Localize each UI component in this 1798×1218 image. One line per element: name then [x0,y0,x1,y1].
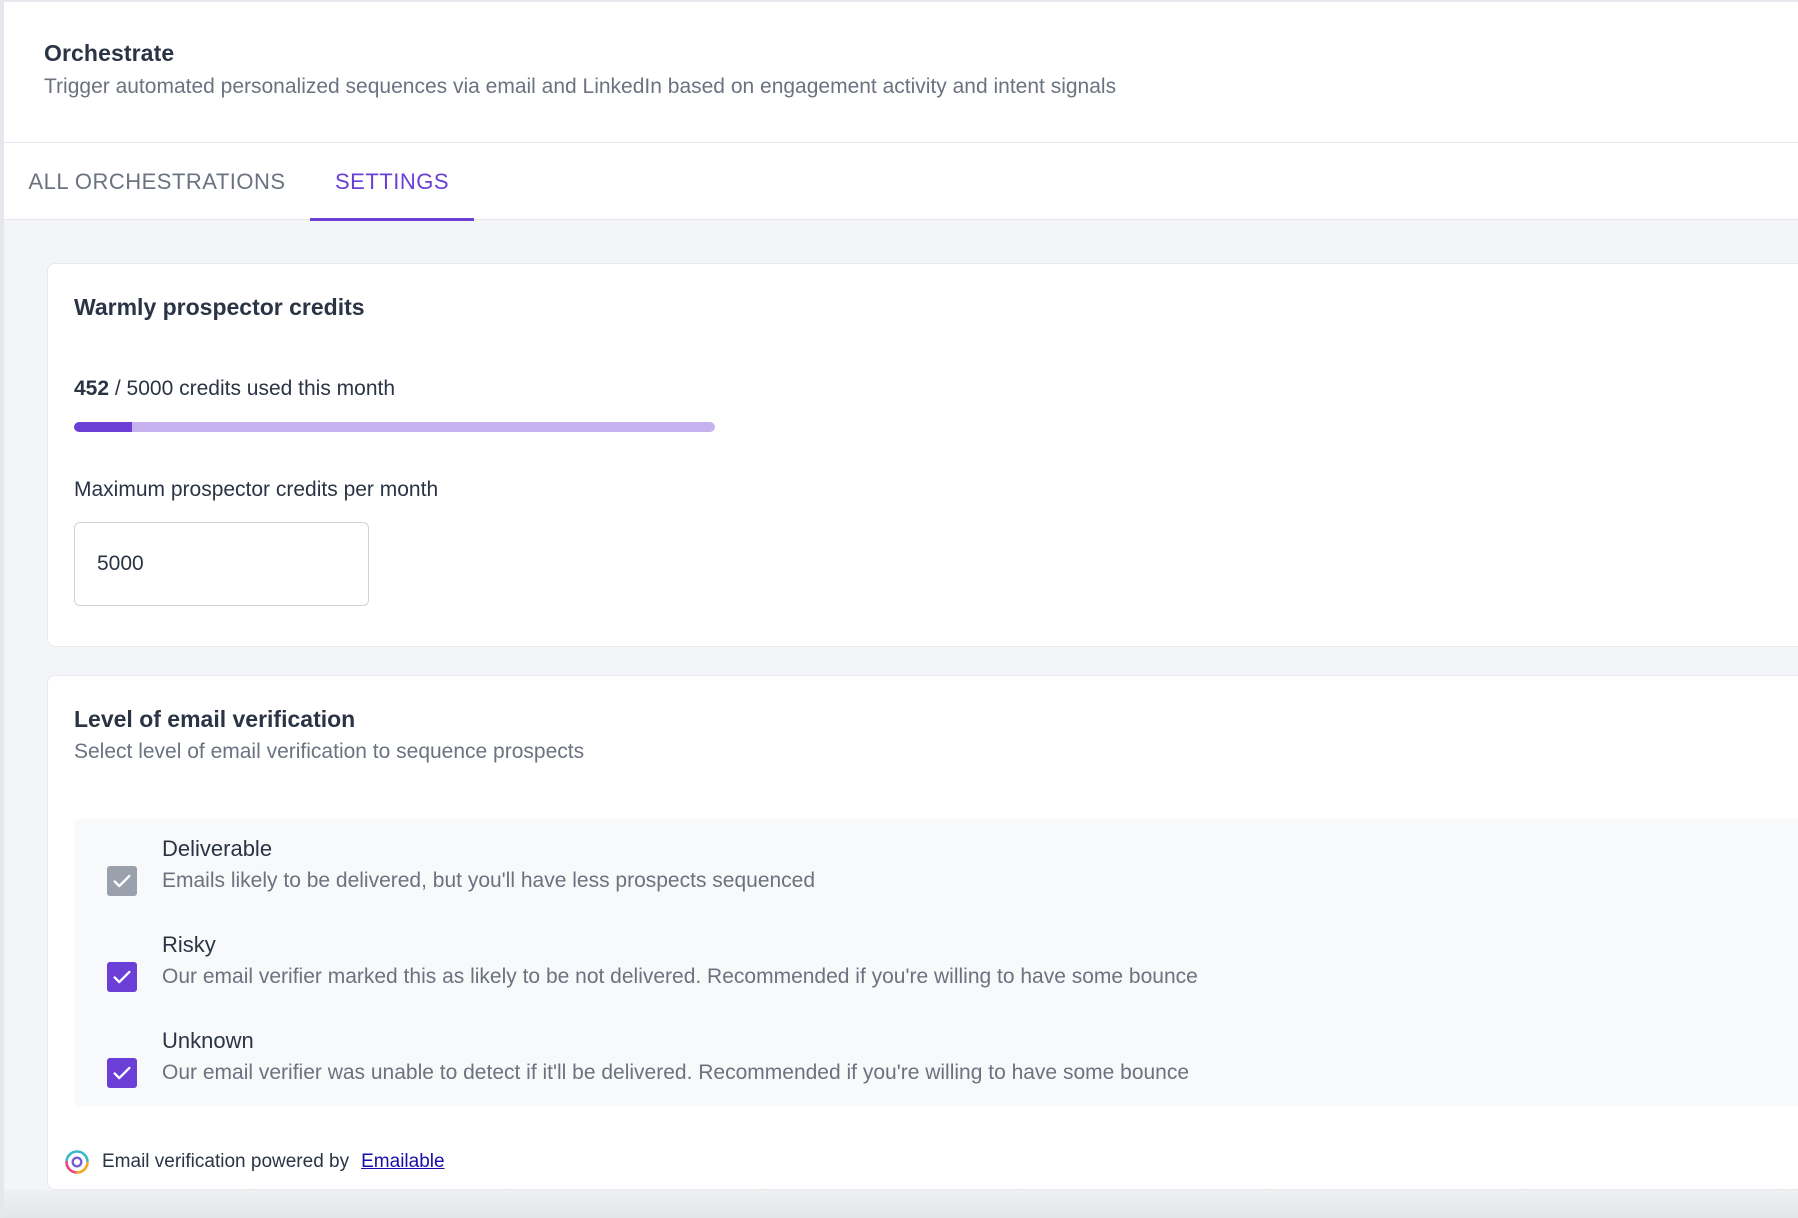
credits-progress-bar [74,422,715,432]
tab-bar: ALL ORCHESTRATIONS SETTINGS [4,143,1798,221]
powered-by-footer: Email verification powered by Emailable [64,1148,445,1176]
option-description: Our email verifier was unable to detect … [162,1061,1190,1084]
option-unknown[interactable]: Unknown Our email verifier was unable to… [74,1026,1798,1106]
app-frame: Orchestrate Trigger automated personaliz… [0,0,1798,1218]
check-icon [113,970,131,984]
credits-used-count: 452 [74,377,110,400]
option-description: Emails likely to be delivered, but you'l… [162,869,816,892]
check-icon [113,1066,131,1080]
credits-card-title: Warmly prospector credits [74,294,365,320]
risky-checkbox[interactable] [107,962,137,992]
credits-progress-fill [74,422,132,432]
max-credits-input[interactable] [74,522,369,606]
prospector-credits-card: Warmly prospector credits 452 / 5000 cre… [47,263,1798,647]
page-header: Orchestrate Trigger automated personaliz… [4,0,1798,143]
unknown-checkbox[interactable] [107,1058,137,1088]
option-deliverable[interactable]: Deliverable Emails likely to be delivere… [74,834,1798,914]
verification-card-subtitle: Select level of email verification to se… [74,740,585,763]
option-risky[interactable]: Risky Our email verifier marked this as … [74,930,1798,1010]
credits-usage-suffix: / 5000 credits used this month [109,377,396,400]
option-label: Risky [162,932,216,957]
powered-by-text: Email verification powered by [102,1151,350,1172]
verification-options: Deliverable Emails likely to be delivere… [74,819,1798,1106]
tab-all-orchestrations[interactable]: ALL ORCHESTRATIONS [4,143,310,220]
option-label: Unknown [162,1028,254,1053]
deliverable-checkbox[interactable] [107,866,137,896]
option-description: Our email verifier marked this as likely… [162,965,1198,988]
option-label: Deliverable [162,836,273,861]
max-credits-label: Maximum prospector credits per month [74,478,439,501]
bottom-shade [4,1190,1798,1218]
email-verification-card: Level of email verification Select level… [47,675,1798,1190]
verification-card-title: Level of email verification [74,706,356,732]
emailable-link[interactable]: Emailable [361,1151,444,1173]
emailable-logo-icon [65,1150,89,1174]
page-subtitle: Trigger automated personalized sequences… [44,75,1117,98]
tab-settings[interactable]: SETTINGS [310,143,474,221]
credits-usage-text: 452 / 5000 credits used this month [74,377,395,401]
check-icon [113,874,131,888]
page-title: Orchestrate [44,40,175,66]
